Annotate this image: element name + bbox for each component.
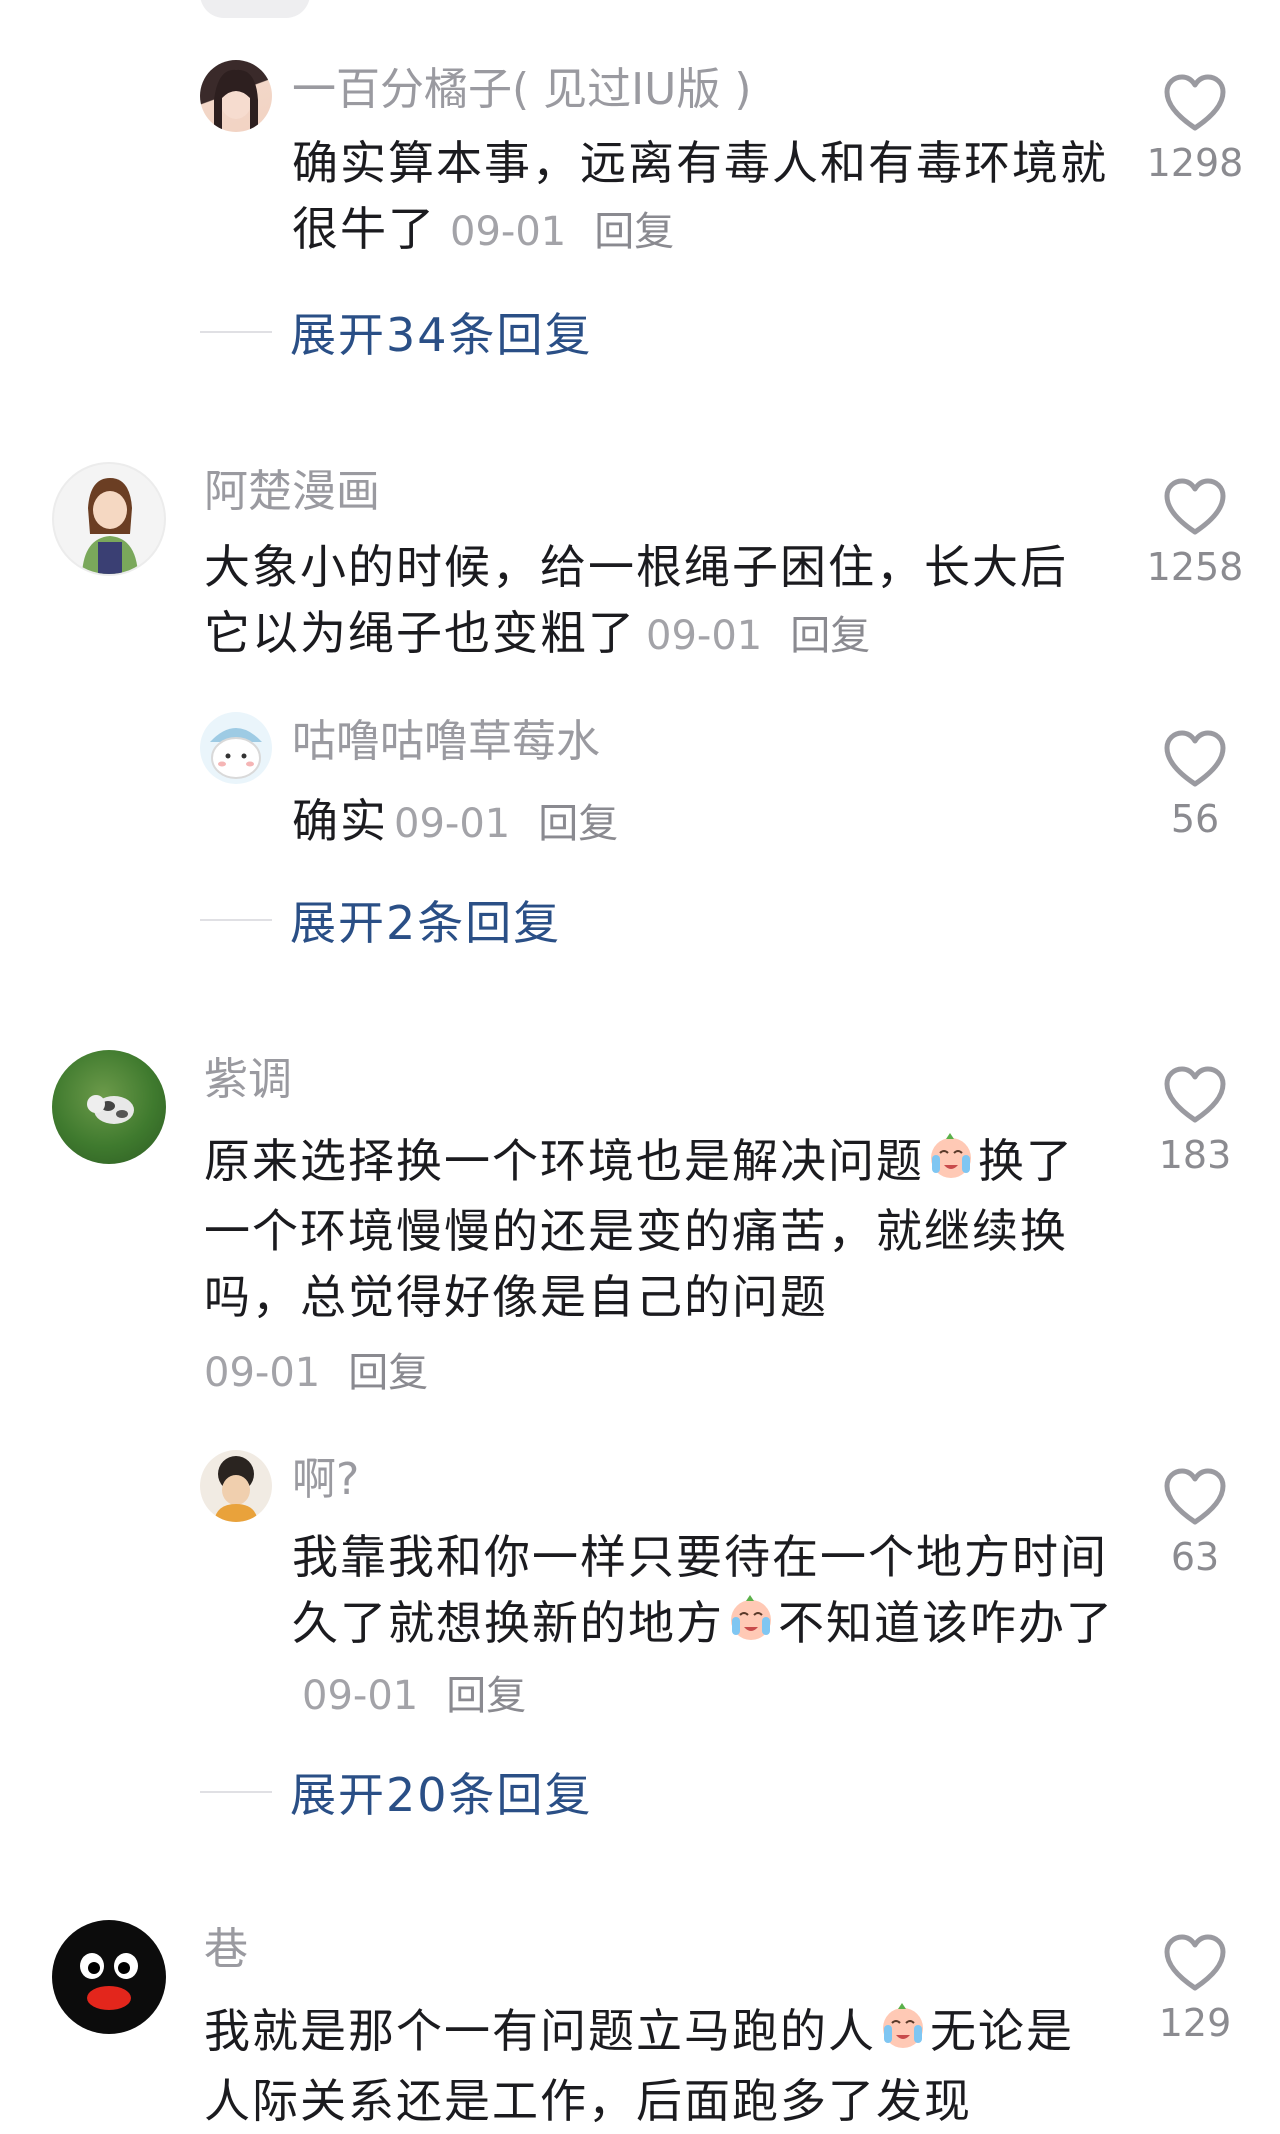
expand-replies-button[interactable]: 展开2条回复	[200, 890, 561, 950]
like-button[interactable]: 63	[1140, 1468, 1250, 1580]
expand-replies-label: 展开34条回复	[290, 308, 593, 362]
heart-outline-icon	[1164, 1066, 1226, 1123]
heart-outline-icon	[1164, 478, 1226, 535]
comment-text: 大象小的时候，给一根绳子困住，长大后它以为绳子也变粗了 09-01 回复	[204, 534, 1084, 669]
comment-text: 确实 09-01 回复	[292, 788, 1112, 857]
comment-body-continued: 不知道该咋办了	[778, 1596, 1114, 1650]
comment-author[interactable]: 紫调	[204, 1054, 292, 1106]
divider-line	[200, 1791, 272, 1793]
comment-author[interactable]: 巷	[204, 1924, 248, 1976]
like-button[interactable]: 1258	[1140, 478, 1250, 590]
comment-meta: 09-01 回复	[204, 1348, 428, 1398]
comment-text: 我靠我和你一样只要待在一个地方时间久了就想换新的地方 不知道该咋办了09-01 回复	[292, 1524, 1122, 1729]
comment-body: 原来选择换一个环境也是解决问题	[204, 1134, 924, 1188]
like-count: 183	[1158, 1133, 1232, 1177]
like-button[interactable]: 183	[1140, 1066, 1250, 1178]
expand-replies-button[interactable]: 展开20条回复	[200, 1762, 593, 1822]
like-button[interactable]: 56	[1140, 730, 1250, 842]
comment-text: 原来选择换一个环境也是解决问题 换了一个环境慢慢的还是变的痛苦，就继续换吗，总觉得…	[204, 1128, 1084, 1330]
comment-date: 09-01	[204, 1350, 321, 1396]
like-button[interactable]: 129	[1140, 1934, 1250, 2046]
like-count: 63	[1170, 1535, 1220, 1579]
avatar-cartoon-girl-icon	[82, 478, 138, 574]
comment-date: 09-01	[302, 1673, 419, 1719]
divider-line	[200, 331, 272, 333]
like-button[interactable]: 1298	[1140, 74, 1250, 186]
comment-body: 我就是那个一有问题立马跑的人	[204, 2004, 876, 2058]
comment-author[interactable]: 咕噜咕噜草莓水	[292, 716, 600, 768]
avatar[interactable]	[200, 60, 272, 132]
crying-emoji-icon	[726, 1593, 776, 1660]
avatar[interactable]	[52, 1050, 166, 1164]
divider-line	[200, 919, 272, 921]
like-count: 1258	[1146, 545, 1244, 589]
avatar-cat-photo-icon	[87, 1095, 134, 1124]
reply-button[interactable]: 回复	[348, 1350, 428, 1396]
heart-outline-icon	[1164, 74, 1226, 131]
avatar[interactable]	[200, 712, 272, 784]
avatar-portrait-icon	[214, 69, 258, 132]
expand-replies-label: 展开2条回复	[290, 896, 562, 950]
comment-date: 09-01	[450, 209, 567, 255]
like-count: 56	[1170, 797, 1220, 841]
comment-body: 确实算本事，远离有毒人和有毒环境就很牛了	[292, 136, 1108, 256]
comment-text: 我就是那个一有问题立马跑的人 无论是人际关系还是工作，后面跑多了发现	[204, 1998, 1084, 2134]
reply-button[interactable]: 回复	[446, 1673, 526, 1719]
avatar[interactable]	[52, 1920, 166, 2034]
expand-replies-label: 展开20条回复	[290, 1768, 593, 1822]
comment-author[interactable]: 一百分橘子( 见过IU版 )	[292, 64, 752, 116]
comment-author[interactable]: 啊?	[292, 1454, 359, 1506]
comment-date: 09-01	[646, 613, 763, 659]
heart-outline-icon	[1164, 730, 1226, 787]
like-count: 129	[1158, 2001, 1232, 2045]
comment-text: 确实算本事，远离有毒人和有毒环境就很牛了 09-01 回复	[292, 130, 1112, 265]
previous-button-stub	[200, 0, 310, 18]
avatar[interactable]	[200, 1450, 272, 1522]
comment-author[interactable]: 阿楚漫画	[204, 466, 380, 518]
avatar-snowman-icon	[210, 728, 262, 779]
comment-date: 09-01	[394, 801, 511, 847]
reply-button[interactable]: 回复	[594, 209, 674, 255]
comment-body: 大象小的时候，给一根绳子困住，长大后它以为绳子也变粗了	[204, 540, 1068, 660]
reply-button[interactable]: 回复	[538, 801, 618, 847]
avatar-penguin-icon	[80, 1953, 138, 2010]
heart-outline-icon	[1164, 1468, 1226, 1525]
crying-emoji-icon	[926, 1131, 976, 1198]
avatar[interactable]	[52, 462, 166, 576]
like-count: 1298	[1146, 141, 1244, 185]
expand-replies-button[interactable]: 展开34条回复	[200, 302, 593, 362]
heart-outline-icon	[1164, 1934, 1226, 1991]
comment-body: 确实	[292, 794, 388, 848]
crying-emoji-icon	[878, 2001, 928, 2068]
avatar-child-icon	[214, 1456, 258, 1522]
reply-button[interactable]: 回复	[790, 613, 870, 659]
